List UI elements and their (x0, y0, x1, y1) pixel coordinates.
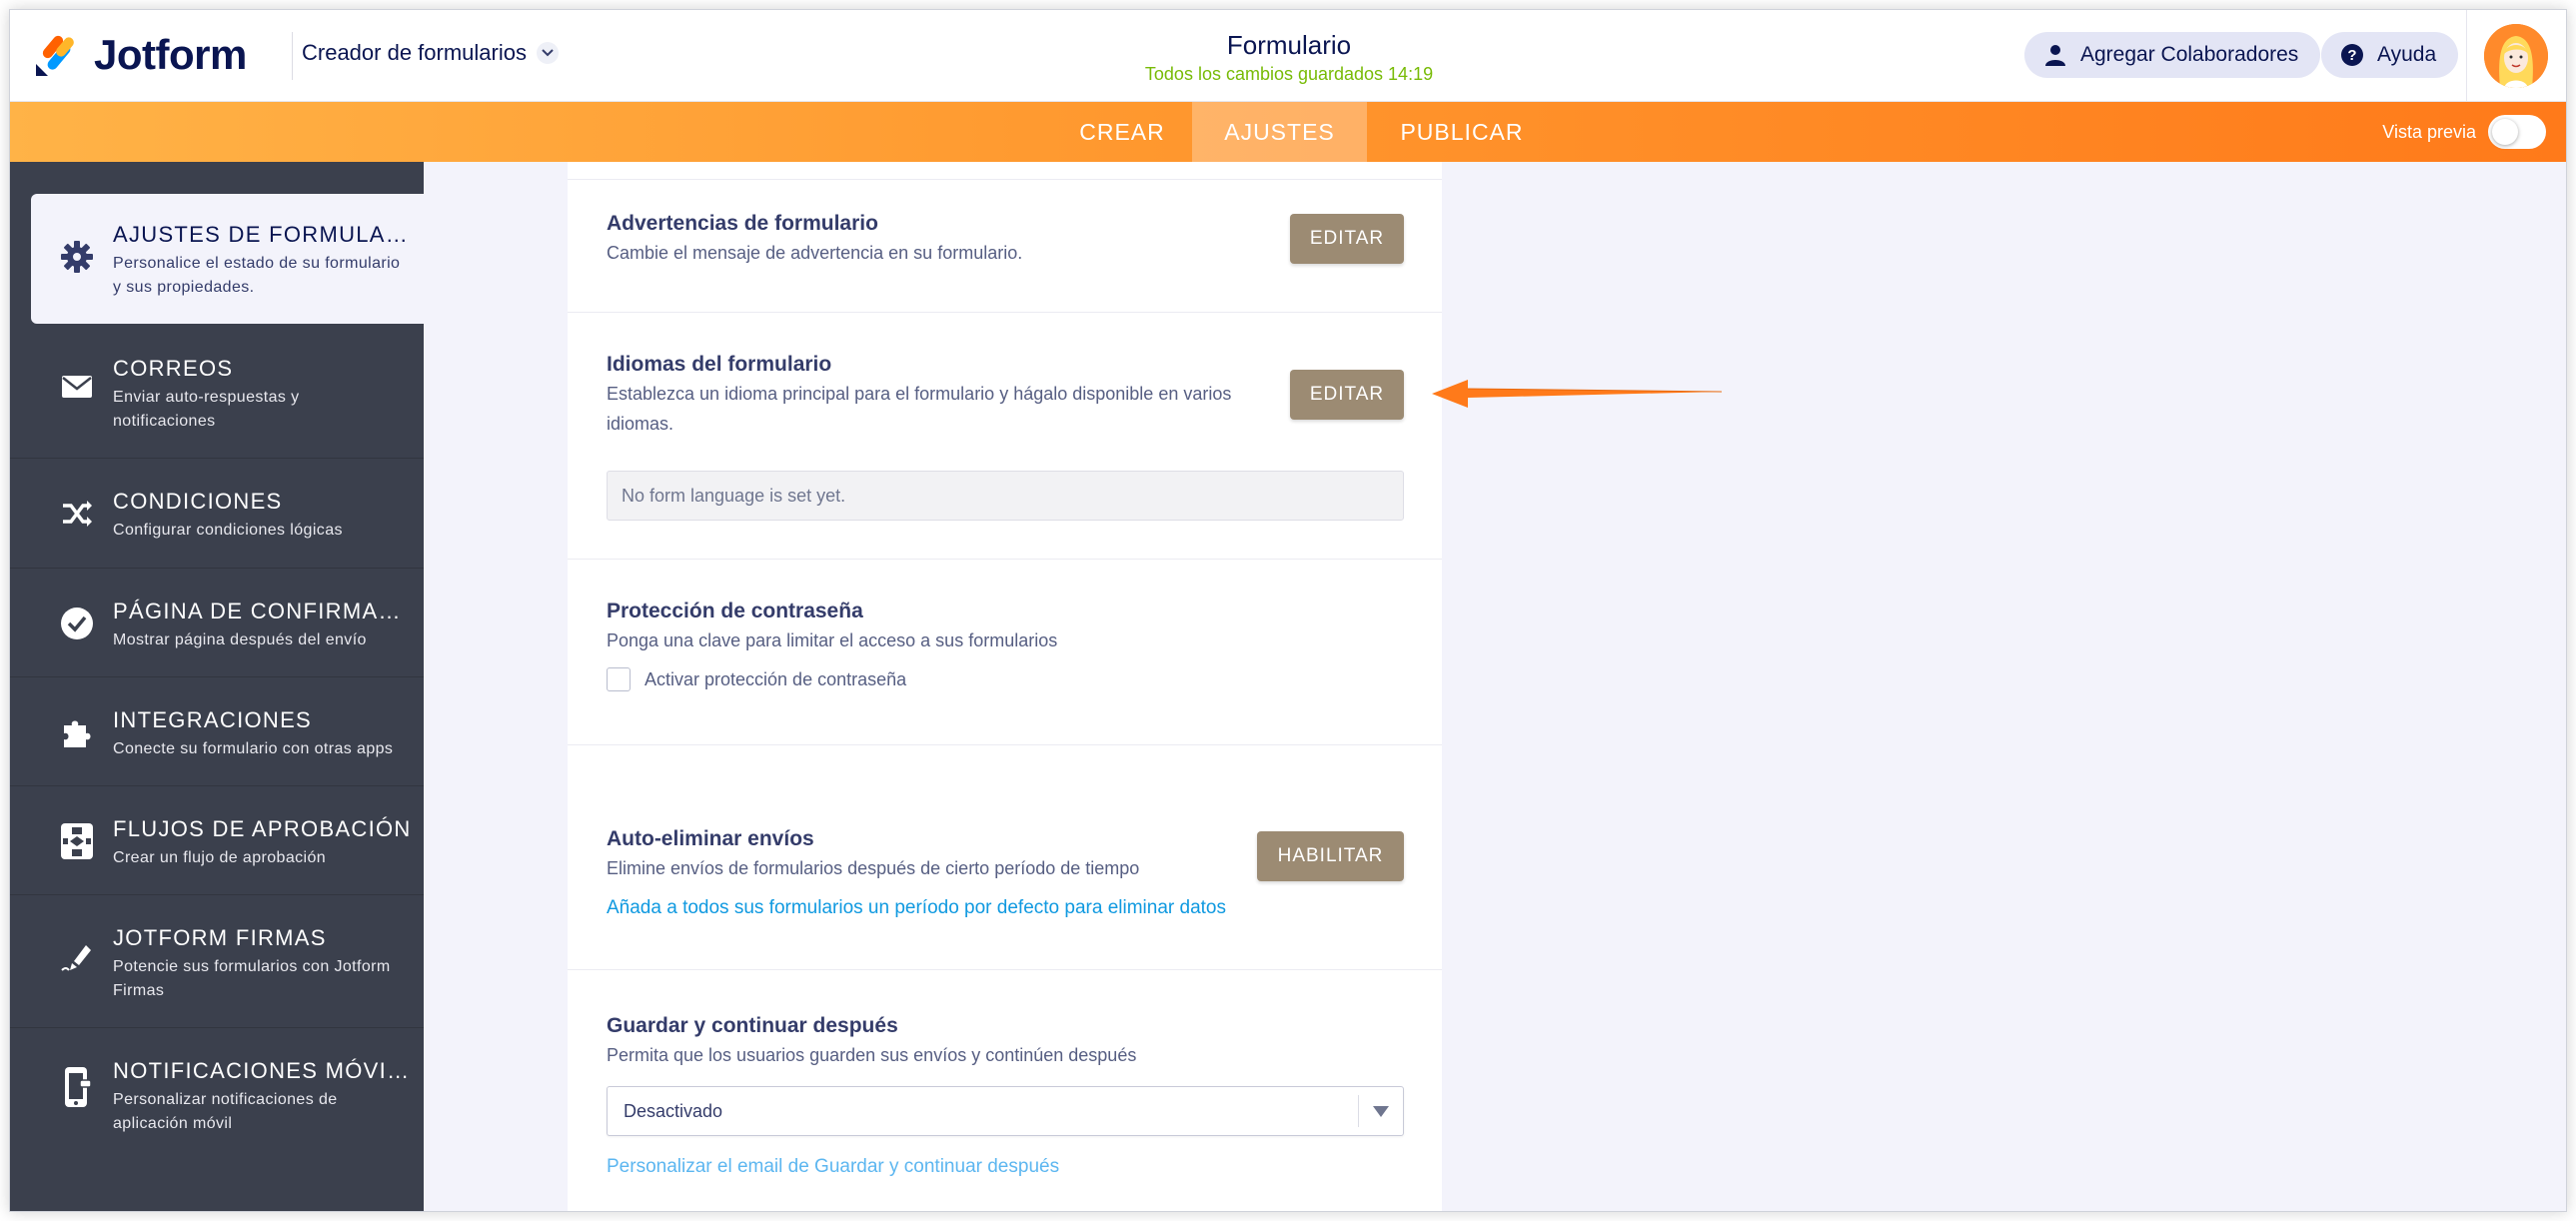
sidebar-item-desc: Potencie sus formularios con Jotform Fir… (113, 958, 391, 999)
nav-tabs: CREAR AJUSTES PUBLICAR (1052, 102, 1557, 162)
sidebar-item-approval-flows[interactable]: FLUJOS DE APROBACIÓN Crear un flujo de a… (10, 786, 424, 895)
enable-auto-delete-button[interactable]: HABILITAR (1257, 831, 1404, 881)
puzzle-icon (58, 713, 96, 751)
tab-create[interactable]: CREAR (1052, 102, 1192, 162)
sidebar-item-conditions[interactable]: CONDICIONES Configurar condiciones lógic… (10, 459, 424, 569)
builder-nav: CREAR AJUSTES PUBLICAR Vista previa (10, 102, 2566, 162)
mobile-icon (58, 1067, 96, 1107)
sidebar-item-jotform-sign[interactable]: JOTFORM FIRMAS Potencie sus formularios … (10, 895, 424, 1028)
preview-toggle[interactable] (2488, 115, 2546, 149)
add-collaborators-label: Agregar Colaboradores (2080, 43, 2299, 66)
user-icon (2042, 42, 2068, 68)
preview-label: Vista previa (2382, 121, 2476, 142)
preview-control: Vista previa (2382, 115, 2546, 149)
sidebar-item-desc: Conecte su formulario con otras apps (113, 740, 394, 757)
check-circle-icon (58, 605, 96, 642)
sidebar-item-desc: Enviar auto-respuestas y notificaciones (113, 389, 300, 430)
tab-settings[interactable]: AJUSTES (1192, 102, 1367, 162)
save-continue-select[interactable]: Desactivado (607, 1086, 1404, 1136)
sidebar-item-mobile-notifications[interactable]: NOTIFICACIONES MÓVIL... Personalizar not… (10, 1028, 424, 1161)
shuffle-icon (58, 495, 96, 533)
customize-save-email-link[interactable]: Personalizar el email de Guardar y conti… (607, 1156, 1059, 1178)
section-title: Guardar y continuar después (607, 1014, 898, 1037)
sidebar-item-desc: Personalizar notificaciones de aplicació… (113, 1091, 338, 1132)
sidebar-item-thank-you-page[interactable]: PÁGINA DE CONFIRMACI... Mostrar página d… (10, 569, 424, 677)
sidebar-item-desc: Personalice el estado de su formulario y… (113, 255, 401, 296)
envelope-icon (58, 368, 96, 406)
password-protection-checkbox[interactable] (607, 667, 631, 691)
settings-card: Advertencias de formulario Cambie el men… (568, 162, 1442, 1211)
section-title: Protección de contraseña (607, 600, 863, 622)
section-title: Auto-eliminar envíos (607, 827, 814, 850)
flow-icon (58, 822, 96, 860)
section-desc: Ponga una clave para limitar el acceso a… (607, 630, 1058, 650)
annotation-arrow-icon (1432, 380, 1723, 408)
form-languages-section: Idiomas del formulario Establezca un idi… (568, 313, 1442, 560)
section-desc: Elimine envíos de formularios después de… (607, 858, 1140, 878)
gear-icon (58, 238, 96, 276)
avatar[interactable] (2484, 24, 2548, 88)
dropdown-arrow-icon (1373, 1106, 1389, 1117)
sidebar-item-title: CONDICIONES (113, 489, 283, 514)
sidebar-item-emails[interactable]: CORREOS Enviar auto-respuestas y notific… (10, 326, 424, 459)
edit-languages-button[interactable]: EDITAR (1290, 370, 1404, 420)
sidebar-item-title: PÁGINA DE CONFIRMACI... (113, 599, 413, 623)
sidebar-item-title: CORREOS (113, 356, 234, 381)
section-desc: Permita que los usuarios guarden sus env… (607, 1045, 1137, 1065)
svg-text:?: ? (2347, 47, 2356, 64)
settings-sidebar: AJUSTES DE FORMULARIO Personalice el est… (10, 162, 424, 1211)
previous-section-edge (568, 162, 1442, 180)
section-title: Advertencias de formulario (607, 212, 878, 235)
language-info-box: No form language is set yet. (607, 471, 1404, 521)
add-collaborators-button[interactable]: Agregar Colaboradores (2024, 32, 2321, 78)
top-header: Jotform Creador de formularios Formulari… (10, 10, 2566, 102)
password-protection-section: Protección de contraseña Ponga una clave… (568, 560, 1442, 745)
sidebar-item-title: FLUJOS DE APROBACIÓN (113, 816, 412, 841)
sidebar-item-title: JOTFORM FIRMAS (113, 925, 327, 950)
help-button[interactable]: ? Ayuda (2321, 32, 2459, 78)
sidebar-item-title: INTEGRACIONES (113, 707, 313, 732)
tab-publish[interactable]: PUBLICAR (1367, 102, 1557, 162)
auto-delete-section: Auto-eliminar envíos Elimine envíos de f… (568, 745, 1442, 970)
password-protection-label: Activar protección de contraseña (644, 669, 907, 689)
sidebar-item-title: NOTIFICACIONES MÓVIL... (113, 1058, 413, 1083)
sidebar-item-desc: Mostrar página después del envío (113, 631, 367, 648)
sidebar-item-title: AJUSTES DE FORMULARIO (113, 222, 413, 247)
sidebar-item-form-settings[interactable]: AJUSTES DE FORMULARIO Personalice el est… (31, 194, 424, 324)
default-auto-delete-link[interactable]: Añada a todos sus formularios un período… (607, 897, 1226, 919)
form-warnings-section: Advertencias de formulario Cambie el men… (568, 180, 1442, 313)
sidebar-item-desc: Configurar condiciones lógicas (113, 522, 343, 539)
avatar-divider (2466, 10, 2467, 102)
section-desc: Cambie el mensaje de advertencia en su f… (607, 243, 1023, 263)
help-icon: ? (2339, 42, 2365, 68)
settings-content: Advertencias de formulario Cambie el men… (424, 162, 2566, 1211)
pen-icon (58, 937, 96, 975)
select-separator (1358, 1095, 1359, 1127)
select-value: Desactivado (624, 1101, 723, 1121)
sidebar-item-integrations[interactable]: INTEGRACIONES Conecte su formulario con … (10, 677, 424, 786)
save-continue-section: Guardar y continuar después Permita que … (568, 970, 1442, 1211)
app-window: Jotform Creador de formularios Formulari… (9, 9, 2567, 1212)
section-title: Idiomas del formulario (607, 353, 832, 376)
help-label: Ayuda (2377, 43, 2437, 66)
section-desc: Establezca un idioma principal para el f… (607, 384, 1232, 434)
sidebar-item-desc: Crear un flujo de aprobación (113, 849, 327, 866)
edit-warnings-button[interactable]: EDITAR (1290, 214, 1404, 264)
